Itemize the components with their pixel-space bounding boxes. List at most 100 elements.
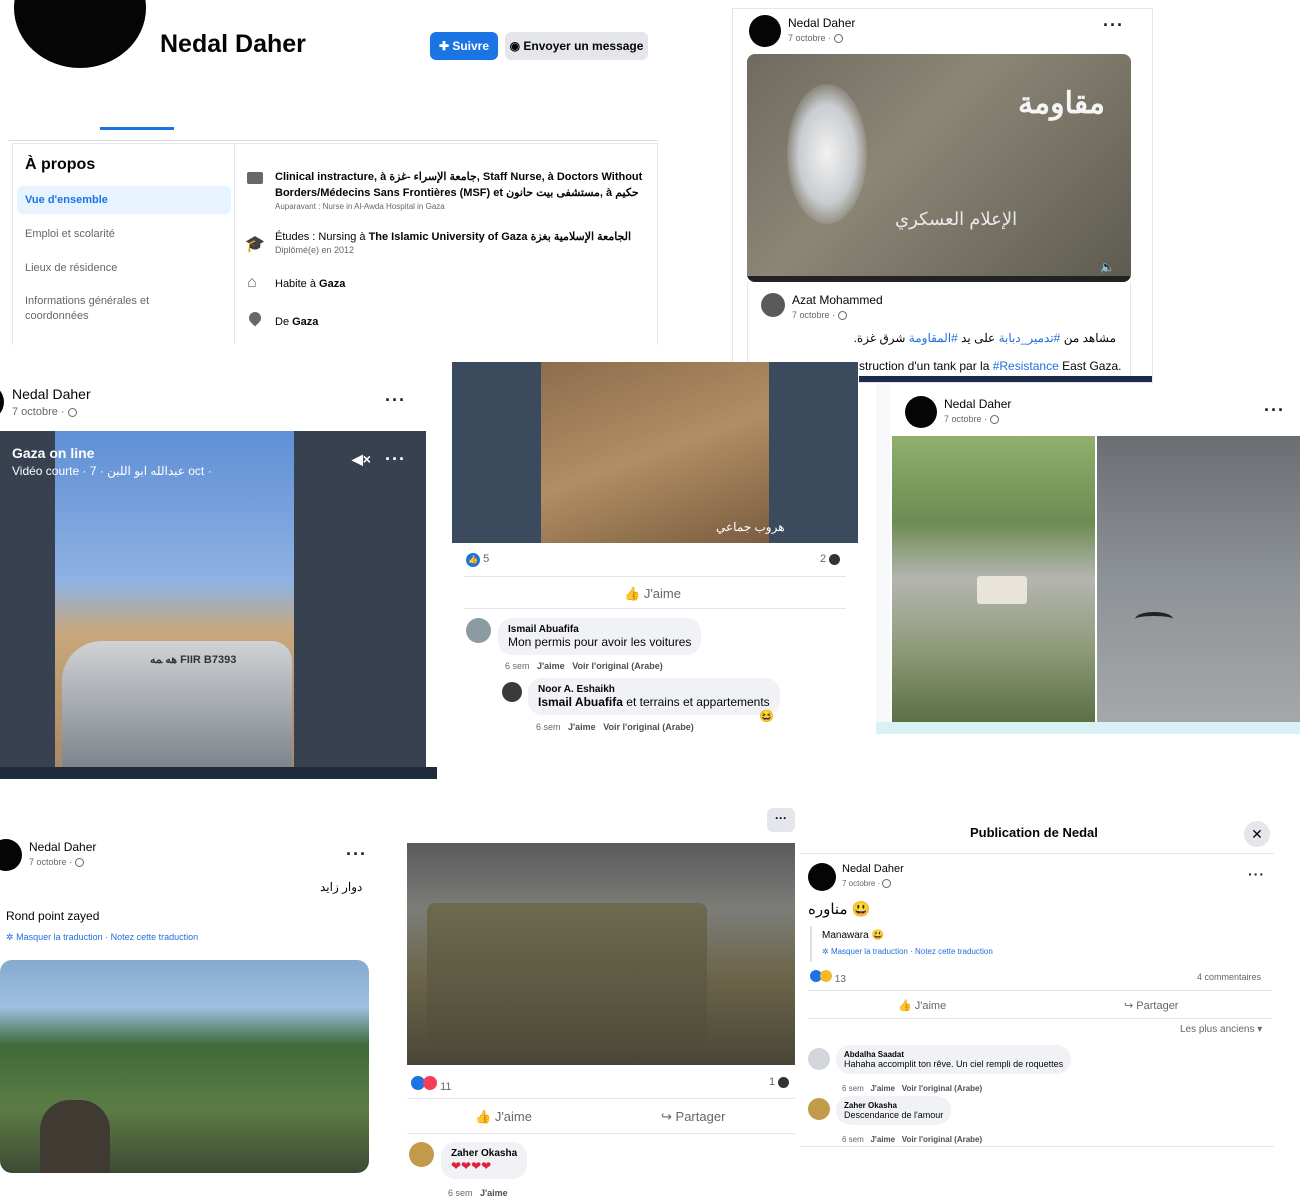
thumbs-up-icon: 👍 [475, 1109, 492, 1124]
photo-right[interactable] [1097, 436, 1300, 722]
pickup-truck [977, 576, 1027, 604]
post-options-icon[interactable]: ··· [1103, 15, 1124, 36]
profile-avatar[interactable] [14, 0, 146, 68]
arabic-text: مناوره 😃 [808, 901, 871, 918]
commenter-name[interactable]: Ismail Abuafifa [508, 624, 691, 635]
video-logo: مقاومة [1017, 87, 1105, 120]
comment-count[interactable]: 2 [820, 553, 841, 565]
comment-like-link[interactable]: J'aime [537, 661, 565, 671]
see-original-link[interactable]: Voir l'original (Arabe) [572, 661, 662, 671]
paraglider-shape [1135, 612, 1173, 626]
mention-link[interactable]: Ismail Abuafifa [538, 695, 623, 709]
comment-meta: 6 sem J'aime Voir l'original (Arabe) [505, 661, 663, 671]
like-button[interactable]: 👍 J'aime [475, 1109, 532, 1125]
shared-author-name[interactable]: Azat Mohammed [792, 293, 883, 307]
comment-count[interactable]: 4 commentaires [1197, 972, 1261, 982]
post-photo[interactable] [407, 843, 795, 1065]
commenter-avatar[interactable] [409, 1142, 434, 1167]
options-button[interactable]: ··· [767, 808, 795, 832]
post-date: 7 octobre · [29, 857, 84, 868]
author-name[interactable]: Nedal Daher [944, 397, 1011, 411]
about-nav-contact[interactable]: Informations générales et coordonnées [25, 294, 185, 324]
commenter-name[interactable]: Noor A. Eshaikh [538, 684, 770, 695]
comment-like-link[interactable]: J'aime [870, 1084, 895, 1093]
comment-like-link[interactable]: J'aime [870, 1135, 895, 1144]
post-date: 7 octobre · [788, 33, 843, 44]
video-player[interactable]: مقاومة الإعلام العسكري 🔈 [747, 54, 1131, 282]
post-photo[interactable] [0, 960, 369, 1173]
short-video-player[interactable]: ﻫﻪ ﻤﻪ FIIR B7393 Gaza on line Vidéo cour… [0, 431, 426, 767]
post-mass-escape: هروب جماعي 👍 5 2 👍 J'aime Ismail Abuafif… [452, 362, 858, 734]
comment-icon [778, 1076, 790, 1088]
photo-left[interactable] [892, 436, 1095, 722]
author-name[interactable]: Nedal Daher [12, 386, 91, 402]
author-avatar[interactable] [749, 15, 781, 47]
send-message-button[interactable]: ◉ Envoyer un message [505, 32, 648, 60]
caret-down-icon: ▾ [1257, 1024, 1263, 1035]
like-button[interactable]: 👍 J'aime [624, 586, 681, 602]
commenter-name[interactable]: Zaher Okasha [844, 1101, 943, 1110]
video-player[interactable]: هروب جماعي [452, 362, 858, 543]
volume-icon[interactable]: 🔈 [1100, 260, 1115, 274]
commenter-name[interactable]: Abdalha Saadat [844, 1050, 1063, 1059]
taskbar-strip [0, 767, 437, 779]
see-original-link[interactable]: Voir l'original (Arabe) [902, 1135, 982, 1144]
haha-reaction-icon [820, 970, 832, 982]
about-nav-work[interactable]: Emploi et scolarité [25, 228, 115, 240]
share-button[interactable]: ↪ Partager [1124, 999, 1178, 1012]
about-nav-places[interactable]: Lieux de résidence [25, 262, 117, 274]
mute-icon[interactable]: ◀× [352, 451, 371, 468]
post-options-icon[interactable]: ··· [1264, 400, 1285, 421]
author-avatar[interactable] [0, 839, 22, 871]
modal-bottom-divider [800, 1146, 1274, 1147]
globe-icon [989, 415, 999, 425]
close-button[interactable]: ✕ [1244, 821, 1270, 847]
post-paraglider: Nedal Daher 7 octobre · ··· [876, 384, 1300, 734]
post-options-icon[interactable]: ··· [1248, 866, 1265, 882]
post-options-icon[interactable]: ··· [346, 844, 367, 865]
comment-like-link[interactable]: J'aime [480, 1188, 508, 1198]
follow-button[interactable]: ✚ Suivre [430, 32, 498, 60]
commenter-avatar[interactable] [502, 682, 522, 702]
divider [808, 1018, 1272, 1019]
reaction-summary: 11 [411, 1076, 451, 1093]
video-caption: هروب جماعي [716, 520, 785, 534]
post-options-icon[interactable]: ··· [385, 390, 406, 411]
share-button[interactable]: ↪ Partager [661, 1109, 725, 1125]
comment-meta: 6 sem J'aime Voir l'original (Arabe) [536, 722, 694, 732]
author-name[interactable]: Nedal Daher [842, 863, 904, 875]
commenter-avatar[interactable] [808, 1048, 830, 1070]
sort-dropdown[interactable]: Les plus anciens ▾ [1180, 1024, 1262, 1035]
author-avatar[interactable] [0, 384, 4, 420]
video-title[interactable]: Gaza on line [12, 445, 94, 461]
see-original-link[interactable]: Voir l'original (Arabe) [603, 722, 693, 732]
comment-meta: 6 sem J'aime Voir l'original (Arabe) [842, 1084, 983, 1093]
author-avatar[interactable] [905, 396, 937, 428]
comment-bubble: Zaher Okasha ❤❤❤❤ [441, 1142, 528, 1179]
commenter-avatar[interactable] [808, 1098, 830, 1120]
see-original-link[interactable]: Voir l'original (Arabe) [902, 1084, 982, 1093]
comment-like-link[interactable]: J'aime [568, 722, 596, 732]
location-pin-icon [246, 309, 264, 327]
arabic-caption: مشاهد من #تدمير_دبابة على يد #المقاومة ش… [853, 331, 1116, 345]
video-subtitle: Vidéo courte · 7 · عبدالله ابو اللبن oct… [12, 464, 212, 478]
commenter-avatar[interactable] [466, 618, 491, 643]
comment-count[interactable]: 1 [769, 1076, 790, 1088]
like-button[interactable]: 👍 J'aime [898, 999, 946, 1012]
author-name[interactable]: Nedal Daher [29, 840, 96, 854]
divider [808, 990, 1272, 991]
author-name[interactable]: Nedal Daher [788, 16, 855, 30]
education-line: Études : Nursing à The Islamic Universit… [275, 231, 632, 243]
shared-author-avatar[interactable] [761, 293, 785, 317]
post-rond-point: Nedal Daher 7 octobre · ··· دوار زايد Ro… [0, 832, 380, 1198]
reaction-summary: 👍 5 [466, 553, 489, 567]
video-options-icon[interactable]: ··· [385, 449, 406, 470]
author-avatar[interactable] [808, 863, 836, 891]
about-nav-overview[interactable]: Vue d'ensemble [17, 186, 231, 214]
comment-icon [829, 553, 841, 565]
comment-meta: 6 sem J'aime Voir l'original (Arabe) [842, 1135, 983, 1144]
comment-bubble: Noor A. Eshaikh Ismail Abuafifa et terra… [528, 678, 780, 715]
from-city: De Gaza [275, 316, 319, 328]
commenter-name[interactable]: Zaher Okasha [451, 1148, 517, 1159]
url-bar-strip [876, 722, 1300, 734]
